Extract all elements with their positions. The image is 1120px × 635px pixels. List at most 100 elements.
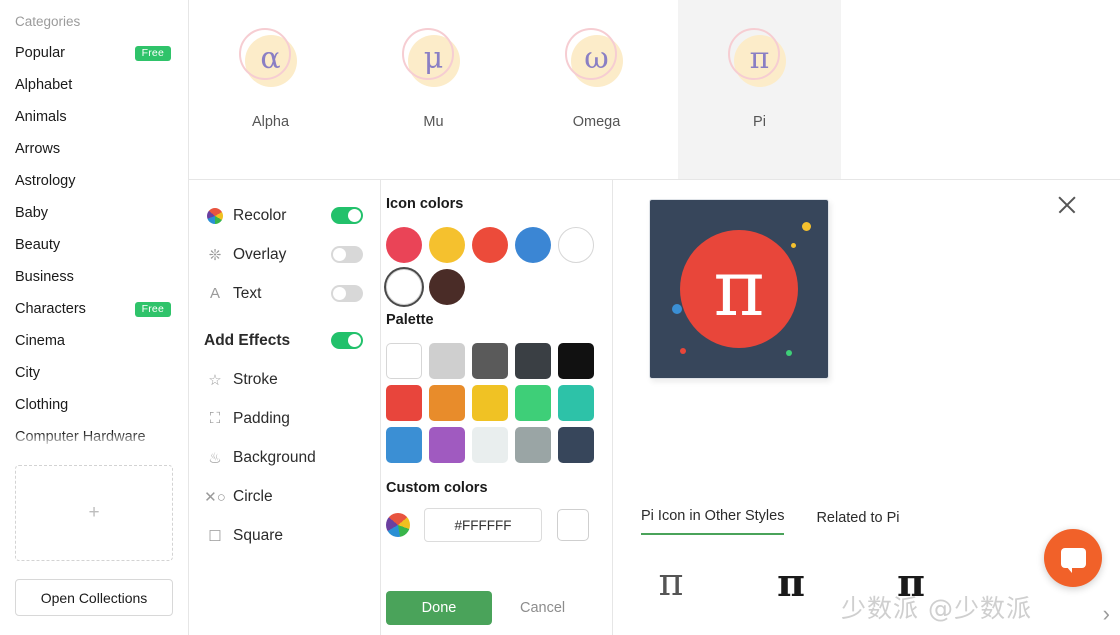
palette-swatch[interactable] <box>429 385 465 421</box>
editor-lower-area: Recolor ❊ Overlay A Text Add Effects ☆ S… <box>189 180 1120 635</box>
sidebar-item-clothing[interactable]: Clothing <box>0 389 188 421</box>
sidebar-item-astrology[interactable]: Astrology <box>0 165 188 197</box>
sidebar-item-label: Clothing <box>15 397 69 413</box>
effect-row-overlay[interactable]: ❊ Overlay <box>189 235 380 274</box>
hex-color-preview[interactable] <box>557 509 589 541</box>
palette-swatch[interactable] <box>429 427 465 463</box>
icon-color-swatch[interactable] <box>429 269 465 305</box>
palette-swatch[interactable] <box>558 343 594 379</box>
sidebar-item-business[interactable]: Business <box>0 261 188 293</box>
sidebar: Categories Popular Free Alphabet Animals… <box>0 0 189 635</box>
badge-free: Free <box>134 45 171 61</box>
sidebar-item-baby[interactable]: Baby <box>0 197 188 229</box>
icon-result-alpha[interactable]: α Alpha <box>189 0 352 179</box>
hex-input[interactable] <box>424 508 542 542</box>
add-effects-toggle[interactable] <box>331 332 363 349</box>
text-toggle[interactable] <box>331 285 363 302</box>
icon-color-swatch[interactable] <box>472 227 508 263</box>
effect-row-recolor[interactable]: Recolor <box>189 196 380 235</box>
effect-item-padding[interactable]: ⛶ Padding <box>189 399 380 438</box>
sidebar-item-computer-hardware[interactable]: Computer Hardware <box>0 421 188 453</box>
palette-swatch[interactable] <box>515 343 551 379</box>
effect-label: Square <box>233 526 283 544</box>
other-style-icon-1[interactable]: π <box>641 560 701 604</box>
palette-swatch[interactable] <box>515 427 551 463</box>
open-collections-button[interactable]: Open Collections <box>15 579 173 616</box>
palette-swatch[interactable] <box>558 427 594 463</box>
palette-swatch[interactable] <box>386 343 422 379</box>
cancel-button[interactable]: Cancel <box>514 599 571 617</box>
palette-swatch[interactable] <box>429 343 465 379</box>
collection-dropzone[interactable]: + <box>15 465 173 561</box>
close-icon[interactable] <box>1056 194 1078 216</box>
tab-other-styles[interactable]: Pi Icon in Other Styles <box>641 508 785 535</box>
sidebar-item-characters[interactable]: Characters Free <box>0 293 188 325</box>
sidebar-item-arrows[interactable]: Arrows <box>0 133 188 165</box>
sidebar-item-label: Alphabet <box>15 77 73 93</box>
sidebar-item-animals[interactable]: Animals <box>0 101 188 133</box>
sidebar-item-cinema[interactable]: Cinema <box>0 325 188 357</box>
padding-icon: ⛶ <box>209 410 221 427</box>
color-wheel-icon[interactable] <box>386 513 410 537</box>
mu-icon: μ <box>401 28 466 92</box>
overlay-toggle[interactable] <box>331 246 363 263</box>
icon-result-omega[interactable]: ω Omega <box>515 0 678 179</box>
sidebar-item-label: Arrows <box>15 141 61 157</box>
tab-related-to-pi[interactable]: Related to Pi <box>816 510 899 535</box>
alpha-icon: α <box>238 28 303 92</box>
category-list: Popular Free Alphabet Animals Arrows Ast… <box>0 37 188 453</box>
other-style-icon-2[interactable]: π <box>761 560 821 605</box>
palette-swatch[interactable] <box>472 343 508 379</box>
preview-tabs: Pi Icon in Other Styles Related to Pi <box>641 508 899 535</box>
other-styles-row: π π π <box>641 560 941 605</box>
palette-swatch[interactable] <box>386 427 422 463</box>
add-effects-label: Add Effects <box>204 331 291 349</box>
main-area: α Alpha μ Mu ω Omega π Pi Recolor ❊ Over… <box>189 0 1120 635</box>
text-icon: A <box>209 285 220 302</box>
palette-swatch[interactable] <box>515 385 551 421</box>
recolor-toggle[interactable] <box>331 207 363 224</box>
sidebar-item-city[interactable]: City <box>0 357 188 389</box>
icon-preview-card[interactable]: π <box>649 199 829 379</box>
palette-grid <box>386 340 612 466</box>
palette-swatch[interactable] <box>558 385 594 421</box>
palette-swatch[interactable] <box>472 385 508 421</box>
sidebar-item-beauty[interactable]: Beauty <box>0 229 188 261</box>
icon-color-swatch[interactable] <box>386 227 422 263</box>
glyph-letter: μ <box>423 41 444 76</box>
icon-color-swatch[interactable] <box>558 227 594 263</box>
effect-label: Overlay <box>233 245 287 263</box>
sidebar-item-label: Astrology <box>15 173 76 189</box>
effect-label: Stroke <box>233 370 278 388</box>
effect-label: Text <box>233 284 262 302</box>
star-icon: ☆ <box>208 371 222 389</box>
effect-item-background[interactable]: ♨ Background <box>189 438 380 477</box>
sidebar-item-label: City <box>15 365 40 381</box>
effect-item-square[interactable]: ☐ Square <box>189 516 380 555</box>
sidebar-item-alphabet[interactable]: Alphabet <box>0 69 188 101</box>
icon-result-mu[interactable]: μ Mu <box>352 0 515 179</box>
sidebar-item-label: Cinema <box>15 333 65 349</box>
icon-color-swatch-selected[interactable] <box>386 269 422 305</box>
palette-swatch[interactable] <box>472 427 508 463</box>
icon-color-swatch[interactable] <box>429 227 465 263</box>
icon-color-swatch[interactable] <box>515 227 551 263</box>
glyph-letter: π <box>749 41 770 76</box>
effects-panel: Recolor ❊ Overlay A Text Add Effects ☆ S… <box>189 180 381 635</box>
sidebar-item-popular[interactable]: Popular Free <box>0 37 188 69</box>
add-effects-header[interactable]: Add Effects <box>189 321 380 360</box>
done-button[interactable]: Done <box>386 591 492 625</box>
palette-title: Palette <box>386 312 434 328</box>
square-icon: ☐ <box>208 527 222 545</box>
chat-support-button[interactable] <box>1044 529 1102 587</box>
glyph-letter: ω <box>584 41 609 76</box>
icon-result-label: Pi <box>753 114 766 130</box>
chevron-right-icon[interactable]: › <box>1103 601 1110 627</box>
palette-swatch[interactable] <box>386 385 422 421</box>
icon-result-pi[interactable]: π Pi <box>678 0 841 179</box>
effect-item-circle[interactable]: ✕○ Circle <box>189 477 380 516</box>
effect-row-text[interactable]: A Text <box>189 274 380 313</box>
effect-item-stroke[interactable]: ☆ Stroke <box>189 360 380 399</box>
other-style-icon-3[interactable]: π <box>881 560 941 605</box>
preview-glyph: π <box>713 244 765 334</box>
